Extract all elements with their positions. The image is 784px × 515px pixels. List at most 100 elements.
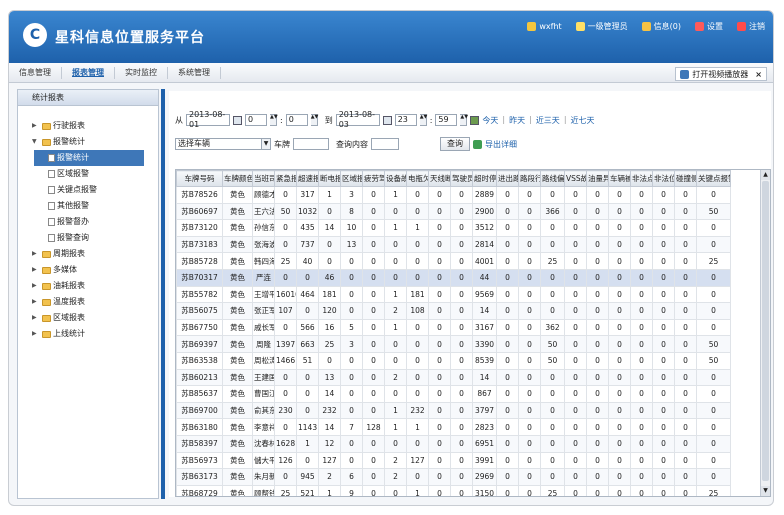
nav-tab-3[interactable]: 系统管理 [168,66,221,79]
column-header[interactable]: 路段行 [518,170,541,187]
table-row[interactable]: 苏B60697 黄色 王六法 50 1032 0 8 0 0 0 0 0 2900 0 0 366 0 0 0 0 0 0… [176,202,731,221]
column-header[interactable]: 路线偏 [540,170,565,187]
calendar-icon[interactable] [233,115,242,125]
table-row[interactable]: 苏B56075 黄色 张正军 107 0 120 0 0 2 108 0 0 14 0 0 0 0 0 0 0 0 0 0 [176,302,731,320]
column-header[interactable]: 驾驶员 [450,170,473,187]
expand-icon[interactable]: ▶ [32,118,40,134]
topbar-item-4[interactable]: 注销 [737,21,765,32]
to-hour-input[interactable]: 23 [394,114,417,126]
table-row[interactable]: 苏B58397 黄色 沈春林 1628 1 12 0 0 0 0 0 0 6951 0 0 0 0 0 0 0 0 0 0 [176,434,731,453]
column-header[interactable]: 进出路 [496,170,519,187]
column-header[interactable]: 车牌颜色 [222,170,253,187]
from-minute-input[interactable]: 0 [285,114,308,126]
nav-tab-1[interactable]: 报表管理 [62,66,115,79]
vehicle-select[interactable]: 选择车辆 ▼ [175,138,271,150]
quick-date-link[interactable]: 近七天 [571,115,595,126]
table-row[interactable]: 苏B68729 黄色 顾帮钱 25 521 1 9 0 0 1 0 0 3150 0 0 25 0 0 0 0 0 0 25 [176,484,731,496]
to-date-input[interactable]: 2013-08-03 [335,110,380,129]
column-header[interactable]: 碰撞侧 [674,170,697,187]
sidebar-item-9[interactable]: ▶ 多媒体 [18,262,158,278]
expand-icon[interactable]: ▶ [32,326,40,342]
table-row[interactable]: 苏B70317 黄色 严连 0 0 46 0 0 0 0 0 0 44 0 0 0 0 0 0 0 0 0 0 [176,268,731,287]
table-row[interactable]: 苏B73120 黄色 孙信东 0 435 14 10 0 1 1 0 0 3512 0 0 0 0 0 0 0 0 0 0 [176,219,731,237]
nav-tab-0[interactable]: 信息管理 [9,66,62,79]
sidebar-item-11[interactable]: ▶ 温度报表 [18,294,158,310]
table-row[interactable]: 苏B69700 黄色 俞其东 230 0 232 0 0 1 232 0 0 3797 0 0 0 0 0 0 0 0 0… [176,401,731,420]
table-row[interactable]: 苏B60213 黄色 王建国 0 0 13 0 0 2 0 0 0 14 0 0 0 0 0 0 0 0 0 0 [176,368,731,387]
table-row[interactable]: 苏B63173 黄色 朱月新 0 945 2 6 0 2 0 0 0 2969 0 0 0 0 0 0 0 0 0 0 [176,468,731,486]
scroll-up-icon[interactable]: ▲ [761,170,770,180]
column-header[interactable]: 关键点报警 [696,170,731,187]
expand-icon[interactable]: ▶ [32,278,40,294]
table-row[interactable]: 苏B67750 黄色 戚长军 0 566 16 5 0 1 0 0 0 3167 0 0 362 0 0 0 0 0 0 0 [176,318,731,337]
expand-icon[interactable]: ▶ [32,246,40,262]
vertical-scrollbar[interactable]: ▲ ▼ [760,170,770,496]
column-header[interactable]: VSS故 [564,170,587,187]
sidebar-item-7[interactable]: 报警查询 [18,230,158,246]
scroll-thumb[interactable] [762,181,769,481]
table-row[interactable]: 苏B69397 黄色 周隆 1397 663 25 3 0 0 0 0 0 3390 0 0 50 0 0 0 0 0 0… [176,335,731,353]
column-header[interactable]: 紧急报 [274,170,297,187]
table-row[interactable]: 苏B78526 黄色 顾德才 0 317 1 3 0 1 0 0 0 2889 0 0 0 0 0 0 0 0 0 0 [176,186,731,204]
column-header[interactable]: 电瓶欠 [406,170,429,187]
sidebar-item-13[interactable]: ▶ 上线统计 [18,326,158,342]
nav-tab-2[interactable]: 实时监控 [115,66,168,79]
from-date-input[interactable]: 2013-08-01 [186,110,230,129]
column-header[interactable]: 断电报 [318,170,341,187]
close-icon[interactable]: × [755,70,762,79]
sidebar-item-0[interactable]: ▶ 行驶报表 [18,118,158,134]
export-detail-link[interactable]: 导出详细 [485,139,517,150]
table-row[interactable]: 苏B73183 黄色 张海波 0 737 0 13 0 0 0 0 0 2814 0 0 0 0 0 0 0 0 0 0 [176,235,731,254]
column-header[interactable]: 超速报 [296,170,319,187]
table-row[interactable]: 苏B55782黄色王增平1601046418100118100956900000… [176,285,731,304]
sidebar-item-3[interactable]: 区域报警 [18,166,158,182]
expand-icon[interactable]: ▶ [32,262,40,278]
spinner-icon[interactable]: ▲▼ [310,114,318,126]
query-content-input[interactable] [371,138,399,150]
column-header[interactable]: 车辆被 [608,170,631,187]
column-header[interactable]: 车牌号码 [176,170,223,187]
table-row[interactable]: 苏B63538 黄色 周松涛 1466 51 0 0 0 0 0 0 0 8539 0 0 50 0 0 0 0 0 0 5… [176,351,731,370]
collapse-icon[interactable]: ▼ [32,134,40,150]
table-row[interactable]: 苏B63180 黄色 李意祥 0 1143 14 7 128 1 1 0 0 2823 0 0 0 0 0 0 0 0 0… [176,418,731,436]
table-row[interactable]: 苏B85728 黄色 韩四海 25 40 0 0 0 0 0 0 0 4001 0 0 25 0 0 0 0 0 0 25 [176,252,731,270]
column-header[interactable]: 非法点 [630,170,653,187]
topbar-item-3[interactable]: 设置 [695,21,723,32]
splitter[interactable] [161,89,165,499]
topbar-item-1[interactable]: 一级管理员 [575,21,628,32]
topbar-item-2[interactable]: 信息(0) [641,21,681,32]
quick-date-link[interactable]: 今天 [482,115,498,126]
sidebar-item-10[interactable]: ▶ 油耗报表 [18,278,158,294]
scroll-down-icon[interactable]: ▼ [761,486,770,496]
quick-date-link[interactable]: 昨天 [509,115,525,126]
column-header[interactable]: 超时停 [472,170,497,187]
from-hour-input[interactable]: 0 [245,114,267,126]
open-video-player-button[interactable]: 打开视频播放器 × [675,67,767,81]
column-header[interactable]: 油量异 [586,170,609,187]
calendar-icon[interactable] [382,115,392,125]
column-header[interactable]: 天线断 [428,170,451,187]
topbar-item-0[interactable]: wxfht [527,22,562,31]
query-button[interactable]: 查询 [440,137,470,151]
sidebar-item-2[interactable]: 报警统计 [34,150,144,166]
sidebar-item-5[interactable]: 其他报警 [18,198,158,214]
spinner-icon[interactable]: ▲▼ [460,114,468,126]
sidebar-item-1[interactable]: ▼ 报警统计 [18,134,158,150]
column-header[interactable]: 区域报 [340,170,363,187]
sidebar-item-12[interactable]: ▶ 区域报表 [18,310,158,326]
to-minute-input[interactable]: 59 [435,114,458,126]
spinner-icon[interactable]: ▲▼ [270,114,278,126]
column-header[interactable]: 非法位 [652,170,675,187]
quick-date-link[interactable]: 近三天 [536,115,560,126]
table-row[interactable]: 苏B56973 黄色 儲大平 126 0 127 0 0 2 127 0 0 3991 0 0 0 0 0 0 0 0 0… [176,451,731,470]
column-header[interactable]: 设备故 [384,170,407,187]
sidebar-item-6[interactable]: 报警督办 [18,214,158,230]
plate-input[interactable] [293,138,329,150]
column-header[interactable]: 当班司 [252,170,275,187]
expand-icon[interactable]: ▶ [32,294,40,310]
column-header[interactable]: 疲劳驾 [362,170,385,187]
spinner-icon[interactable]: ▲▼ [419,114,427,126]
expand-icon[interactable]: ▶ [32,310,40,326]
sidebar-item-8[interactable]: ▶ 周期报表 [18,246,158,262]
sidebar-item-4[interactable]: 关键点报警 [18,182,158,198]
